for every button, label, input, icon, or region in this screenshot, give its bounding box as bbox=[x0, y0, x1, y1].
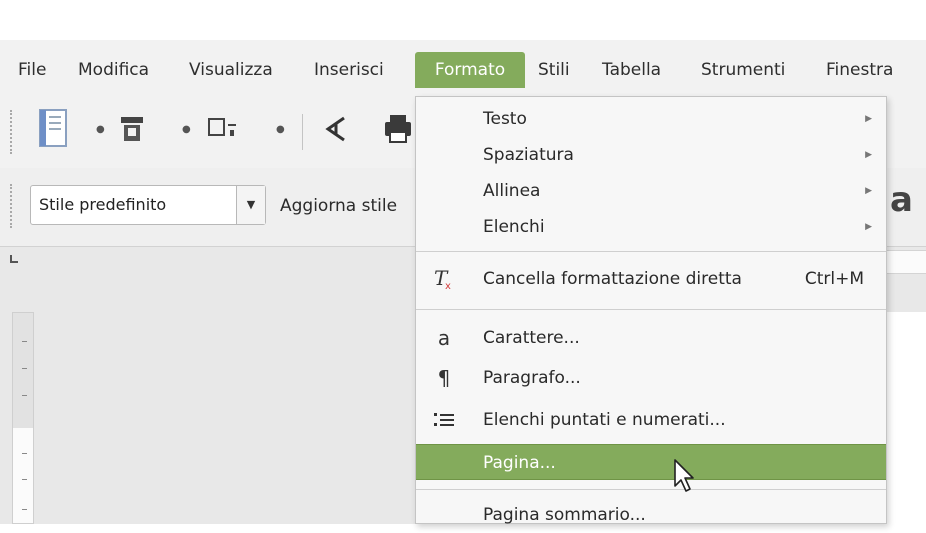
menu-modifica[interactable]: Modifica bbox=[72, 52, 155, 88]
paragraph-style-value: Stile predefinito bbox=[39, 195, 167, 214]
vertical-ruler[interactable] bbox=[12, 312, 34, 524]
formatting-toolbar-grip[interactable] bbox=[10, 184, 16, 228]
templates-icon[interactable] bbox=[118, 114, 146, 144]
ruler-corner-icon bbox=[10, 255, 18, 263]
menu-item-pagina[interactable]: Pagina... bbox=[416, 444, 886, 480]
export-pdf-icon[interactable] bbox=[318, 114, 350, 144]
paragraph-style-combobox[interactable]: Stile predefinito ▼ bbox=[30, 185, 266, 225]
menu-item-elenchi-puntati[interactable]: Elenchi puntati e numerati... bbox=[416, 402, 886, 438]
svg-text:x: x bbox=[445, 281, 451, 291]
menu-separator bbox=[416, 489, 886, 490]
menu-stili[interactable]: Stili bbox=[532, 52, 576, 88]
menu-visualizza[interactable]: Visualizza bbox=[183, 52, 279, 88]
menu-file[interactable]: File bbox=[12, 52, 52, 88]
menu-inserisci[interactable]: Inserisci bbox=[308, 52, 390, 88]
menu-item-testo[interactable]: Testo ▶ bbox=[416, 101, 886, 137]
menu-item-paragrafo[interactable]: ¶ Paragrafo... bbox=[416, 360, 886, 396]
menu-strumenti[interactable]: Strumenti bbox=[695, 52, 791, 88]
menu-separator bbox=[416, 309, 886, 310]
submenu-arrow-icon: ▶ bbox=[865, 150, 872, 160]
templates-dropdown-icon[interactable]: ● bbox=[182, 124, 191, 135]
submenu-arrow-icon: ▶ bbox=[865, 186, 872, 196]
menu-formato[interactable]: Formato bbox=[415, 52, 525, 88]
menu-item-cancella-formattazione[interactable]: T x Cancella formattazione diretta Ctrl+… bbox=[416, 261, 886, 297]
sidebar-character-glyph: a bbox=[890, 180, 913, 220]
open-remote-icon[interactable] bbox=[206, 116, 240, 142]
submenu-arrow-icon: ▶ bbox=[865, 222, 872, 232]
chevron-down-icon[interactable]: ▼ bbox=[236, 186, 265, 224]
format-menu-dropdown: Testo ▶ Spaziatura ▶ Allinea ▶ Elenchi ▶… bbox=[415, 96, 887, 525]
menu-item-pagina-sommario[interactable]: Pagina sommario... bbox=[416, 497, 886, 533]
character-icon: a bbox=[437, 326, 451, 350]
menu-item-elenchi[interactable]: Elenchi ▶ bbox=[416, 209, 886, 245]
mouse-pointer-icon bbox=[674, 459, 694, 492]
bullets-numbering-icon bbox=[433, 402, 455, 441]
shortcut-label: Ctrl+M bbox=[804, 269, 864, 289]
menu-item-spaziatura[interactable]: Spaziatura ▶ bbox=[416, 137, 886, 173]
clear-formatting-icon: T x bbox=[433, 261, 455, 302]
toolbar-grip[interactable] bbox=[10, 110, 16, 154]
new-document-icon[interactable] bbox=[36, 108, 72, 150]
window-top-area bbox=[0, 0, 926, 40]
open-dropdown-icon[interactable]: ● bbox=[276, 124, 285, 135]
menu-item-allinea[interactable]: Allinea ▶ bbox=[416, 173, 886, 209]
print-icon[interactable] bbox=[382, 112, 414, 146]
update-style-button[interactable]: Aggiorna stile bbox=[280, 196, 397, 216]
paragraph-icon: ¶ bbox=[437, 366, 451, 390]
menu-separator bbox=[416, 251, 886, 252]
menu-bar: File Modifica Visualizza Inserisci Forma… bbox=[0, 40, 926, 98]
menu-finestra[interactable]: Finestra bbox=[820, 52, 899, 88]
menu-item-carattere[interactable]: a Carattere... bbox=[416, 320, 886, 356]
menu-tabella[interactable]: Tabella bbox=[596, 52, 667, 88]
submenu-arrow-icon: ▶ bbox=[865, 114, 872, 124]
new-dropdown-icon[interactable]: ● bbox=[96, 124, 105, 135]
